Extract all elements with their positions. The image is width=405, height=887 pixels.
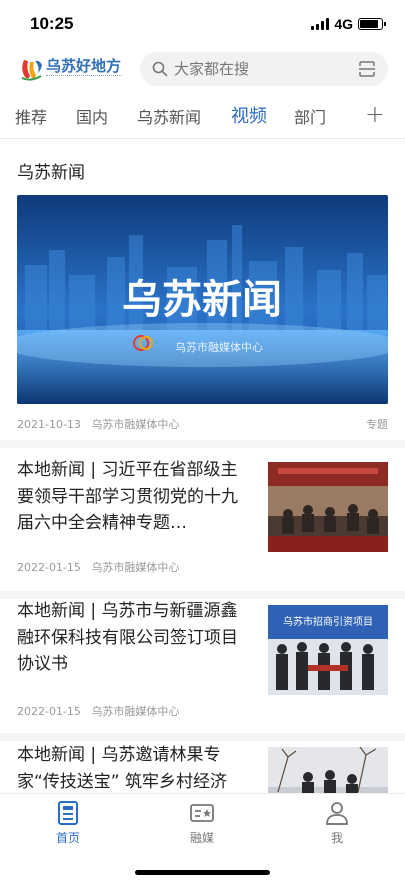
news-source: 乌苏市融媒体中心: [91, 561, 180, 574]
tab-wusu-news[interactable]: 乌苏新闻: [137, 104, 201, 128]
news-thumbnail: [268, 462, 388, 552]
tab-recommend[interactable]: 推荐: [15, 104, 47, 128]
hero-brand: 乌苏市融媒体中心: [175, 340, 263, 354]
battery-level: [360, 20, 378, 28]
tab-department[interactable]: 部门: [294, 104, 326, 128]
divider: [0, 440, 405, 448]
hero-video-card[interactable]: 乌苏新闻 乌苏市融媒体中心: [17, 195, 388, 404]
status-time: 10:25: [30, 14, 74, 33]
home-doc-icon: [58, 801, 78, 825]
app-logo[interactable]: 乌苏好地方: [18, 54, 124, 84]
news-source: 乌苏市融媒体中心: [91, 705, 180, 718]
nav-label: 融媒: [189, 831, 214, 845]
home-indicator: [135, 870, 270, 875]
news-thumbnail: 乌苏市招商引资项目: [268, 605, 388, 695]
search-input[interactable]: [174, 52, 344, 86]
app-header: 乌苏好地方: [0, 48, 405, 92]
news-title: 本地新闻 | 习近平在省部级主要领导干部学习贯彻党的十九届六中全会精神专题…: [17, 460, 238, 533]
hero-meta: 2021-10-13 乌苏市融媒体中心: [17, 416, 179, 432]
logo-mark-icon: [21, 60, 42, 81]
news-meta: 2022-01-15 乌苏市融媒体中心: [17, 559, 179, 575]
section-title: 乌苏新闻: [17, 163, 85, 183]
news-date: 2022-01-15: [17, 561, 81, 574]
nav-me[interactable]: 我: [307, 800, 367, 846]
hero-image: 乌苏新闻 乌苏市融媒体中心: [17, 195, 388, 404]
scan-icon[interactable]: [358, 60, 376, 78]
search-icon: [152, 61, 168, 77]
nav-media[interactable]: 融媒: [172, 800, 232, 846]
signal-icon: [311, 18, 330, 30]
news-date: 2022-01-15: [17, 705, 81, 718]
news-title: 本地新闻 | 乌苏市与新疆源鑫融环保科技有限公司签订项目协议书: [17, 601, 238, 674]
tabs-divider: [0, 138, 405, 139]
hero-source: 乌苏市融媒体中心: [91, 418, 180, 431]
hero-headline: 乌苏新闻: [122, 277, 282, 323]
category-tabs: 推荐 国内 乌苏新闻 视频 部门 +: [0, 98, 405, 134]
news-title: 本地新闻 | 乌苏邀请林果专家“传技送宝” 筑牢乡村经济: [17, 745, 228, 792]
hero-date: 2021-10-13: [17, 418, 81, 431]
nav-label: 首页: [55, 831, 80, 845]
divider: [0, 733, 405, 741]
search-bar[interactable]: [140, 52, 388, 86]
nav-home[interactable]: 首页: [38, 800, 98, 846]
logo-text: 乌苏好地方: [46, 57, 122, 75]
thumbnail-banner-text: 乌苏市招商引资项目: [283, 615, 373, 628]
battery-icon: [358, 18, 386, 30]
media-star-icon: [190, 804, 214, 822]
tab-video[interactable]: 视频: [231, 102, 267, 128]
hero-tag[interactable]: 专题: [366, 416, 388, 432]
user-icon: [326, 802, 348, 825]
status-indicators: 4G: [311, 16, 386, 32]
news-item[interactable]: 本地新闻 | 乌苏市与新疆源鑫融环保科技有限公司签订项目协议书 2022-01-…: [0, 600, 405, 730]
status-bar: 10:25 4G: [0, 0, 405, 48]
news-item[interactable]: 本地新闻 | 习近平在省部级主要领导干部学习贯彻党的十九届六中全会精神专题… 2…: [0, 455, 405, 585]
logo-tagline: [46, 75, 122, 79]
add-tab-icon[interactable]: +: [365, 100, 385, 128]
network-type: 4G: [334, 16, 353, 32]
tab-domestic[interactable]: 国内: [76, 104, 108, 128]
news-meta: 2022-01-15 乌苏市融媒体中心: [17, 703, 179, 719]
nav-label: 我: [330, 831, 343, 845]
